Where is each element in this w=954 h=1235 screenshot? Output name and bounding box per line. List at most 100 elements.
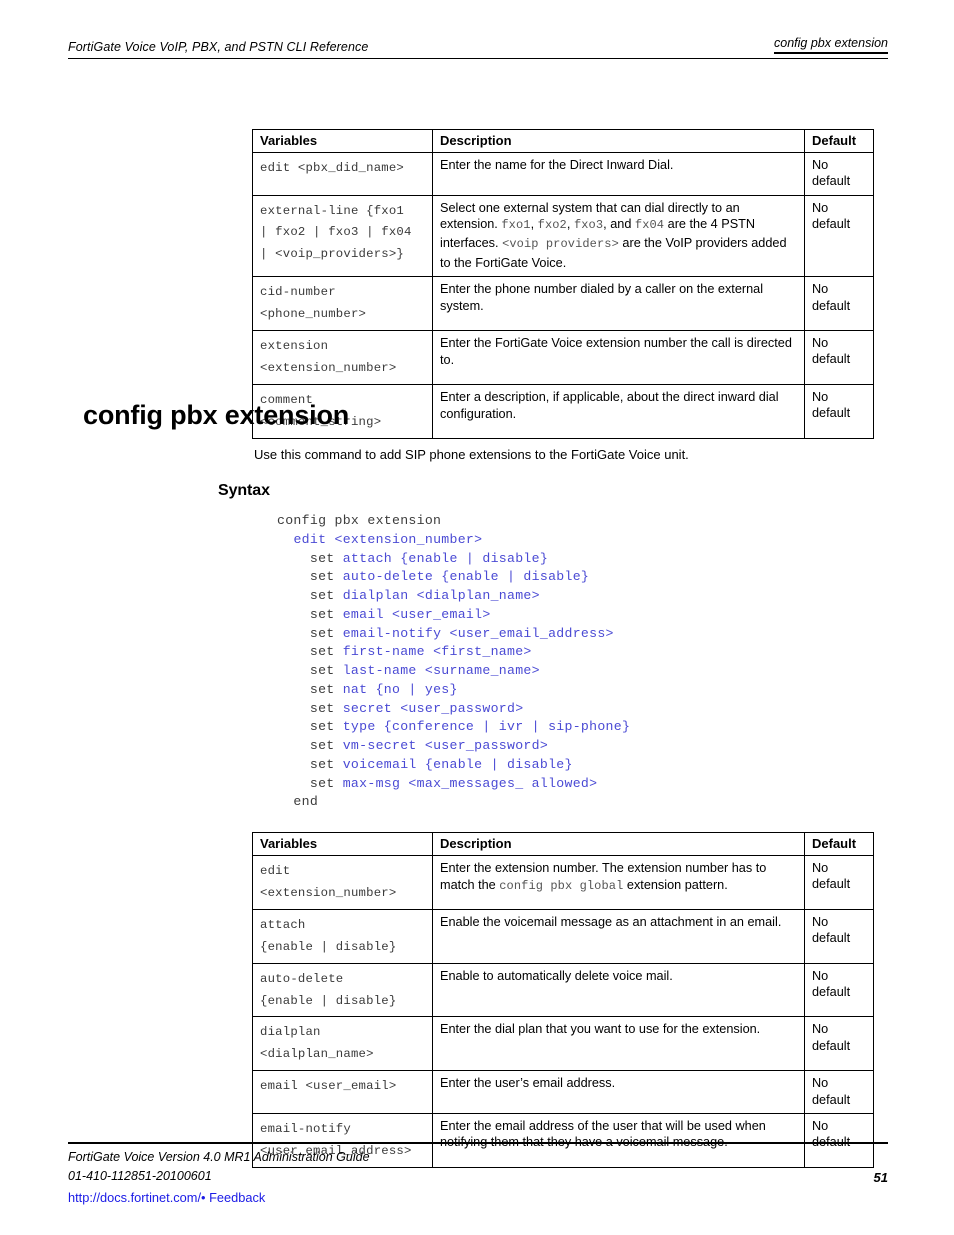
inline-code: fxo1 bbox=[501, 218, 531, 232]
syntax-line: edit <extension_number> bbox=[277, 531, 630, 550]
syntax-line: set type {conference | ivr | sip-phone} bbox=[277, 718, 630, 737]
cell-variable: edit <extension_number> bbox=[252, 855, 433, 910]
footer-links: http://docs.fortinet.com/• Feedback bbox=[68, 1188, 888, 1208]
syntax-line: set first-name <first_name> bbox=[277, 643, 630, 662]
cell-variable: dialplan <dialplan_name> bbox=[252, 1016, 433, 1072]
column-header-default: Default bbox=[804, 832, 874, 856]
syntax-token: set bbox=[277, 550, 343, 566]
syntax-token: edit <extension_number> bbox=[293, 531, 483, 547]
cell-description: Enter the name for the Direct Inward Dia… bbox=[432, 152, 805, 196]
variable-code: external-line {fxo1 | fxo2 | fxo3 | fx04… bbox=[260, 203, 412, 262]
cell-variable: extension <extension_number> bbox=[252, 330, 433, 385]
syntax-token: set bbox=[277, 588, 343, 603]
syntax-token: set bbox=[277, 663, 343, 678]
syntax-token: set bbox=[277, 606, 343, 622]
inline-code: fxo2 bbox=[537, 218, 567, 232]
table-row: attach {enable | disable} Enable the voic… bbox=[252, 908, 874, 964]
header-document-title: FortiGate Voice VoIP, PBX, and PSTN CLI … bbox=[68, 40, 369, 54]
cell-variable: external-line {fxo1 | fxo2 | fxo3 | fx04… bbox=[252, 194, 433, 278]
syntax-token: max-msg <max_messages_ allowed> bbox=[342, 775, 598, 791]
syntax-token: attach {enable | disable} bbox=[342, 550, 549, 566]
footer-rule bbox=[68, 1142, 888, 1145]
syntax-line: set last-name <surname_name> bbox=[277, 662, 630, 681]
syntax-line: set attach {enable | disable} bbox=[277, 550, 630, 569]
cell-description: Enable the voicemail message as an attac… bbox=[432, 908, 805, 964]
column-header-default: Default bbox=[804, 129, 874, 153]
syntax-token: email-notify <user_email_address> bbox=[342, 625, 614, 641]
footer-guide-title: FortiGate Voice Version 4.0 MR1 Administ… bbox=[68, 1150, 370, 1164]
syntax-token: nat {no | yes} bbox=[342, 681, 458, 697]
syntax-token: email <user_email> bbox=[342, 606, 491, 622]
cell-variable: edit <pbx_did_name> bbox=[252, 152, 433, 196]
cell-variable: attach {enable | disable} bbox=[252, 908, 433, 964]
syntax-token: end bbox=[277, 794, 319, 810]
syntax-token: set bbox=[277, 644, 343, 660]
table-row: external-line {fxo1 | fxo2 | fxo3 | fx04… bbox=[252, 194, 874, 278]
column-header-variables: Variables bbox=[252, 832, 433, 856]
feedback-link[interactable]: Feedback bbox=[209, 1190, 265, 1205]
cell-description: Enter the extension number. The extensio… bbox=[432, 855, 805, 910]
variable-code: attach {enable | disable} bbox=[260, 917, 397, 954]
page-title: config pbx extension bbox=[83, 400, 350, 430]
table-row: dialplan <dialplan_name> Enter the dial p… bbox=[252, 1016, 874, 1072]
intro-paragraph: Use this command to add SIP phone extens… bbox=[254, 447, 689, 462]
table-row: edit <extension_number> Enter the extensi… bbox=[252, 855, 874, 910]
syntax-token: set bbox=[277, 569, 343, 585]
syntax-line: set nat {no | yes} bbox=[277, 681, 630, 700]
table-header-row: Variables Description Default bbox=[252, 129, 874, 153]
syntax-token: config pbx extension bbox=[277, 513, 442, 528]
cell-description: Enable to automatically delete voice mai… bbox=[432, 962, 805, 1018]
syntax-heading: Syntax bbox=[218, 482, 270, 499]
variable-code: dialplan <dialplan_name> bbox=[260, 1025, 374, 1062]
cell-default: No default bbox=[804, 194, 874, 278]
table-row: cid-number <phone_number> Enter the phone… bbox=[252, 276, 874, 332]
docs-fortinet-link[interactable]: http://docs.fortinet.com/ bbox=[68, 1190, 201, 1205]
syntax-token: set bbox=[277, 775, 343, 791]
syntax-line: config pbx extension bbox=[277, 512, 630, 531]
syntax-token: last-name <surname_name> bbox=[342, 663, 540, 678]
cell-description: Select one external system that can dial… bbox=[432, 194, 805, 278]
cell-description: Enter a description, if applicable, abou… bbox=[432, 384, 805, 439]
page-number: 51 bbox=[873, 1170, 888, 1185]
cell-variable: auto-delete {enable | disable} bbox=[252, 962, 433, 1018]
syntax-token bbox=[277, 532, 293, 547]
syntax-token: voicemail {enable | disable} bbox=[342, 756, 573, 772]
variable-code: auto-delete {enable | disable} bbox=[260, 971, 397, 1008]
syntax-token: auto-delete {enable | disable} bbox=[342, 569, 590, 585]
table-row: edit <pbx_did_name> Enter the name for th… bbox=[252, 152, 874, 196]
syntax-line: set voicemail {enable | disable} bbox=[277, 756, 630, 775]
inline-code: config pbx global bbox=[499, 878, 624, 893]
cell-description: Enter the dial plan that you want to use… bbox=[432, 1016, 805, 1072]
syntax-code-block: config pbx extension edit <extension_num… bbox=[277, 512, 630, 812]
document-page: FortiGate Voice VoIP, PBX, and PSTN CLI … bbox=[0, 0, 954, 1235]
cell-default: No default bbox=[804, 276, 874, 332]
syntax-token: set bbox=[277, 738, 343, 753]
syntax-token: set bbox=[277, 756, 343, 772]
footer-document-code: 01-410-112851-20100601 bbox=[68, 1169, 212, 1184]
syntax-line: set max-msg <max_messages_ allowed> bbox=[277, 775, 630, 794]
variable-code: cid-number <phone_number> bbox=[260, 285, 367, 322]
column-header-description: Description bbox=[432, 832, 805, 856]
syntax-token: secret <user_password> bbox=[342, 700, 524, 716]
cell-description: Enter the FortiGate Voice extension numb… bbox=[432, 330, 805, 385]
inline-code: fxo3 bbox=[573, 218, 604, 232]
header-rule bbox=[68, 58, 888, 59]
did-variables-table: Variables Description Default edit <pbx_… bbox=[252, 129, 874, 439]
running-header: FortiGate Voice VoIP, PBX, and PSTN CLI … bbox=[68, 36, 888, 54]
inline-code: <voip providers> bbox=[502, 237, 619, 252]
variable-code: email <user_email> bbox=[260, 1079, 397, 1094]
cell-default: No default bbox=[804, 152, 874, 196]
syntax-line: set email <user_email> bbox=[277, 606, 630, 625]
cell-default: No default bbox=[804, 1070, 874, 1114]
syntax-line: set auto-delete {enable | disable} bbox=[277, 568, 630, 587]
syntax-token: set bbox=[277, 700, 343, 716]
table-row: auto-delete {enable | disable} Enable to … bbox=[252, 962, 874, 1018]
header-section-title: config pbx extension bbox=[774, 36, 888, 54]
cell-default: No default bbox=[804, 1016, 874, 1072]
variable-code: edit <extension_number> bbox=[260, 864, 397, 900]
variable-code: edit <pbx_did_name> bbox=[260, 161, 405, 175]
extension-variables-table: Variables Description Default edit <exte… bbox=[252, 832, 874, 1168]
cell-variable: email <user_email> bbox=[252, 1070, 433, 1114]
cell-default: No default bbox=[804, 908, 874, 964]
cell-default: No default bbox=[804, 384, 874, 439]
